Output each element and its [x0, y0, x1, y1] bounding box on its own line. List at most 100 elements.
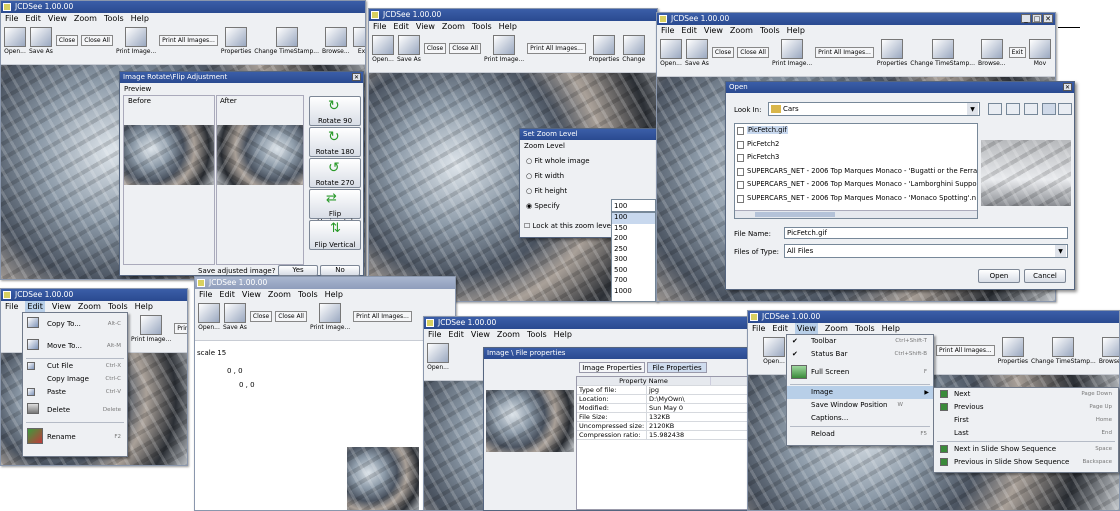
menu-item-full-screen[interactable]: Full Screen F	[787, 361, 933, 383]
properties-button[interactable]: Properties	[998, 337, 1028, 365]
print-all-button[interactable]: Print All Images...	[527, 43, 586, 54]
close-button[interactable]: Close	[55, 35, 79, 46]
file-item[interactable]: PicFetch2	[735, 138, 977, 152]
file-item[interactable]: SUPERCARS_NET - 2006 Top Marques Monaco …	[735, 192, 977, 206]
menu-file[interactable]: File	[661, 25, 674, 37]
no-button[interactable]: No	[320, 265, 360, 276]
maximize-icon[interactable]: □	[1032, 14, 1042, 23]
zoom-option[interactable]: 250	[612, 245, 655, 256]
save-as-button[interactable]: Save As	[397, 35, 421, 63]
zoom-option[interactable]: 200	[612, 234, 655, 245]
close-all-button[interactable]: Close All	[449, 43, 481, 54]
menu-file[interactable]: File	[5, 13, 18, 25]
specify-radio[interactable]: ◉ Specify	[526, 202, 560, 210]
exit-button[interactable]: Exit	[1008, 47, 1026, 58]
file-name-input[interactable]: PicFetch.gif	[784, 227, 1068, 239]
menu-item-last[interactable]: Last End	[934, 427, 1118, 440]
fit-height-radio[interactable]: ○ Fit height	[526, 187, 567, 195]
menu-item-next-slide[interactable]: Next in Slide Show Sequence Space	[934, 443, 1118, 456]
menu-help[interactable]: Help	[325, 289, 343, 301]
properties-button[interactable]: Properties	[589, 35, 619, 63]
zoom-option[interactable]: 1000	[612, 287, 655, 298]
close-all-button[interactable]: Close All	[81, 35, 113, 46]
menu-view[interactable]: View	[471, 329, 490, 341]
menu-item-previous[interactable]: Previous Page Up	[934, 401, 1118, 414]
menu-tools[interactable]: Tools	[760, 25, 780, 37]
save-as-button[interactable]: Save As	[685, 39, 709, 67]
menu-item-reload[interactable]: Reload F5	[787, 428, 933, 441]
menu-zoom[interactable]: Zoom	[268, 289, 291, 301]
menu-help[interactable]: Help	[135, 301, 153, 313]
properties-button[interactable]: Properties	[877, 39, 907, 67]
menu-edit[interactable]: Edit	[25, 13, 41, 25]
zoom-option[interactable]: 700	[612, 276, 655, 287]
menu-item-next[interactable]: Next Page Down	[934, 388, 1118, 401]
file-item[interactable]: SUPERCARS_NET - 2006 Top Marques Monaco …	[735, 165, 977, 179]
menu-zoom[interactable]: Zoom	[730, 25, 753, 37]
menu-edit[interactable]: Edit	[448, 329, 464, 341]
close-button[interactable]: Close	[249, 311, 273, 322]
zoom-option[interactable]: 150	[612, 224, 655, 235]
fit-width-radio[interactable]: ○ Fit width	[526, 172, 564, 180]
yes-button[interactable]: Yes	[278, 265, 318, 276]
timestamp-button[interactable]: Change TimeStamp...	[254, 27, 319, 55]
close-icon[interactable]: ✕	[1043, 14, 1053, 23]
details-view-icon[interactable]	[1058, 103, 1072, 115]
open-button[interactable]: Open...	[427, 343, 449, 371]
open-dialog-open-button[interactable]: Open	[978, 269, 1020, 283]
open-button[interactable]: Open...	[660, 39, 682, 67]
file-item[interactable]: SUPERCARS_NET - 2006 Top Marques Monaco …	[735, 178, 977, 192]
menu-file[interactable]: File	[752, 323, 765, 335]
menu-view[interactable]: View	[416, 21, 435, 33]
files-of-type-select[interactable]: All Files ▼	[784, 244, 1068, 258]
menu-item-status-bar[interactable]: ✔ Status Bar Ctrl+Shift-B	[787, 348, 933, 361]
menu-edit[interactable]: Edit	[219, 289, 235, 301]
menu-view[interactable]: View	[242, 289, 261, 301]
print-all-button[interactable]: Print All Images...	[353, 311, 412, 322]
menu-item-rename[interactable]: Rename F2	[23, 424, 127, 450]
menu-item-previous-slide[interactable]: Previous in Slide Show Sequence Backspace	[934, 456, 1118, 469]
menu-item-captions[interactable]: Captions...	[787, 412, 933, 425]
open-button[interactable]: Open...	[198, 303, 220, 331]
close-all-button[interactable]: Close All	[275, 311, 307, 322]
close-button[interactable]: Close	[711, 47, 735, 58]
exit-button[interactable]: Exit	[352, 27, 365, 55]
fit-whole-radio[interactable]: ○ Fit whole image	[526, 157, 590, 165]
menu-item-cut-file[interactable]: Cut File Ctrl-X	[23, 360, 127, 373]
save-as-button[interactable]: Save As	[29, 27, 53, 55]
print-all-button[interactable]: Print All Images...	[815, 47, 874, 58]
print-image-button[interactable]: Print Image...	[484, 35, 524, 63]
menu-help[interactable]: Help	[787, 25, 805, 37]
browse-button[interactable]: Browse...	[322, 27, 350, 55]
menu-item-toolbar[interactable]: ✔ Toolbar Ctrl+Shift-T	[787, 335, 933, 348]
open-dialog-cancel-button[interactable]: Cancel	[1024, 269, 1066, 283]
open-button[interactable]: Open...	[763, 337, 785, 365]
file-item[interactable]: PicFetch.gif	[735, 124, 977, 138]
timestamp-button[interactable]: Change TimeStamp...	[910, 39, 975, 67]
open-button[interactable]: Open...	[372, 35, 394, 63]
menu-file[interactable]: File	[199, 289, 212, 301]
menu-help[interactable]: Help	[554, 329, 572, 341]
close-icon[interactable]: ✕	[352, 73, 361, 81]
look-in-select[interactable]: Cars ▼	[768, 102, 980, 116]
menu-help[interactable]: Help	[131, 13, 149, 25]
print-all-button[interactable]: Prin	[174, 323, 187, 334]
menu-file[interactable]: File	[428, 329, 441, 341]
menu-zoom[interactable]: Zoom	[74, 13, 97, 25]
tab-image-properties[interactable]: Image Properties	[579, 362, 645, 373]
close-icon[interactable]: ✕	[1063, 83, 1072, 91]
list-view-icon[interactable]	[1042, 103, 1056, 115]
menu-zoom[interactable]: Zoom	[497, 329, 520, 341]
open-button[interactable]: Open...	[4, 27, 26, 55]
menu-tools[interactable]: Tools	[298, 289, 318, 301]
menu-file[interactable]: File	[373, 21, 386, 33]
print-all-button[interactable]: Print All Images...	[159, 35, 218, 46]
print-image-button[interactable]: Print Image...	[131, 315, 171, 343]
menu-item-image[interactable]: Image ▶	[787, 386, 933, 399]
menu-view[interactable]: View	[704, 25, 723, 37]
browse-button[interactable]: Browse...	[1099, 337, 1119, 365]
scrollbar-thumb[interactable]	[755, 212, 835, 217]
close-button[interactable]: Close	[423, 43, 447, 54]
zoom-value-input[interactable]: 100	[611, 199, 656, 212]
menu-edit[interactable]: Edit	[681, 25, 697, 37]
